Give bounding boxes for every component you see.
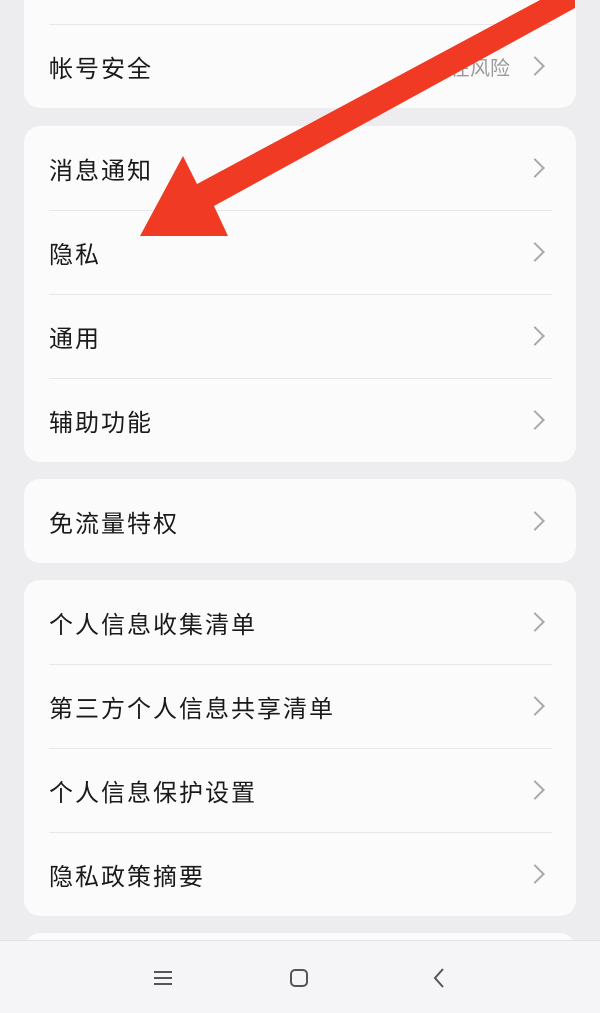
data-privilege-card: 免流量特权 bbox=[24, 479, 576, 563]
row-label: 隐私政策摘要 bbox=[49, 862, 205, 891]
row-label: 消息通知 bbox=[49, 156, 153, 185]
nav-home-button[interactable] bbox=[282, 961, 316, 995]
settings-row-privacy[interactable]: 隐私 bbox=[24, 210, 576, 294]
settings-row-personal-info-protection[interactable]: 个人信息保护设置 bbox=[24, 748, 576, 832]
settings-row-account-security[interactable]: 帐号安全 存在风险 bbox=[24, 24, 576, 108]
back-chevron-icon bbox=[433, 968, 444, 988]
row-label: 第三方个人信息共享清单 bbox=[49, 694, 335, 723]
row-label: 通用 bbox=[49, 324, 101, 353]
chevron-right-icon bbox=[525, 242, 545, 262]
settings-row-accessibility[interactable]: 辅助功能 bbox=[24, 378, 576, 462]
chevron-right-icon bbox=[525, 780, 545, 800]
chevron-right-icon bbox=[525, 612, 545, 632]
chevron-right-icon bbox=[525, 511, 545, 531]
nav-menu-button[interactable] bbox=[146, 961, 180, 995]
settings-row-personal-info-collection[interactable]: 个人信息收集清单 bbox=[24, 580, 576, 664]
row-label: 隐私 bbox=[49, 240, 101, 269]
settings-row-cut-off[interactable] bbox=[24, 0, 576, 24]
account-risk-status: 存在风险 bbox=[430, 55, 510, 80]
chevron-right-icon bbox=[525, 410, 545, 430]
chevron-right-icon bbox=[525, 158, 545, 178]
row-label: 个人信息收集清单 bbox=[49, 610, 257, 639]
settings-row-general[interactable]: 通用 bbox=[24, 294, 576, 378]
settings-row-privacy-policy-summary[interactable]: 隐私政策摘要 bbox=[24, 832, 576, 916]
chevron-right-icon bbox=[525, 696, 545, 716]
row-label: 免流量特权 bbox=[49, 509, 179, 538]
nav-back-button[interactable] bbox=[422, 961, 456, 995]
chevron-right-icon bbox=[525, 864, 545, 884]
row-label: 个人信息保护设置 bbox=[49, 778, 257, 807]
settings-row-third-party-sharing[interactable]: 第三方个人信息共享清单 bbox=[24, 664, 576, 748]
menu-icon bbox=[154, 971, 172, 985]
system-navigation-bar bbox=[0, 940, 600, 1013]
row-label: 辅助功能 bbox=[49, 408, 153, 437]
account-settings-card: 帐号安全 存在风险 bbox=[24, 0, 576, 108]
chevron-right-icon bbox=[525, 326, 545, 346]
general-settings-card: 消息通知 隐私 通用 辅助功能 bbox=[24, 126, 576, 462]
settings-row-notifications[interactable]: 消息通知 bbox=[24, 126, 576, 210]
row-label: 帐号安全 bbox=[49, 54, 153, 83]
settings-row-free-data-privilege[interactable]: 免流量特权 bbox=[24, 479, 576, 563]
home-square-icon bbox=[290, 969, 308, 987]
chevron-right-icon bbox=[525, 56, 545, 76]
personal-info-card: 个人信息收集清单 第三方个人信息共享清单 个人信息保护设置 隐私政策摘要 bbox=[24, 580, 576, 916]
